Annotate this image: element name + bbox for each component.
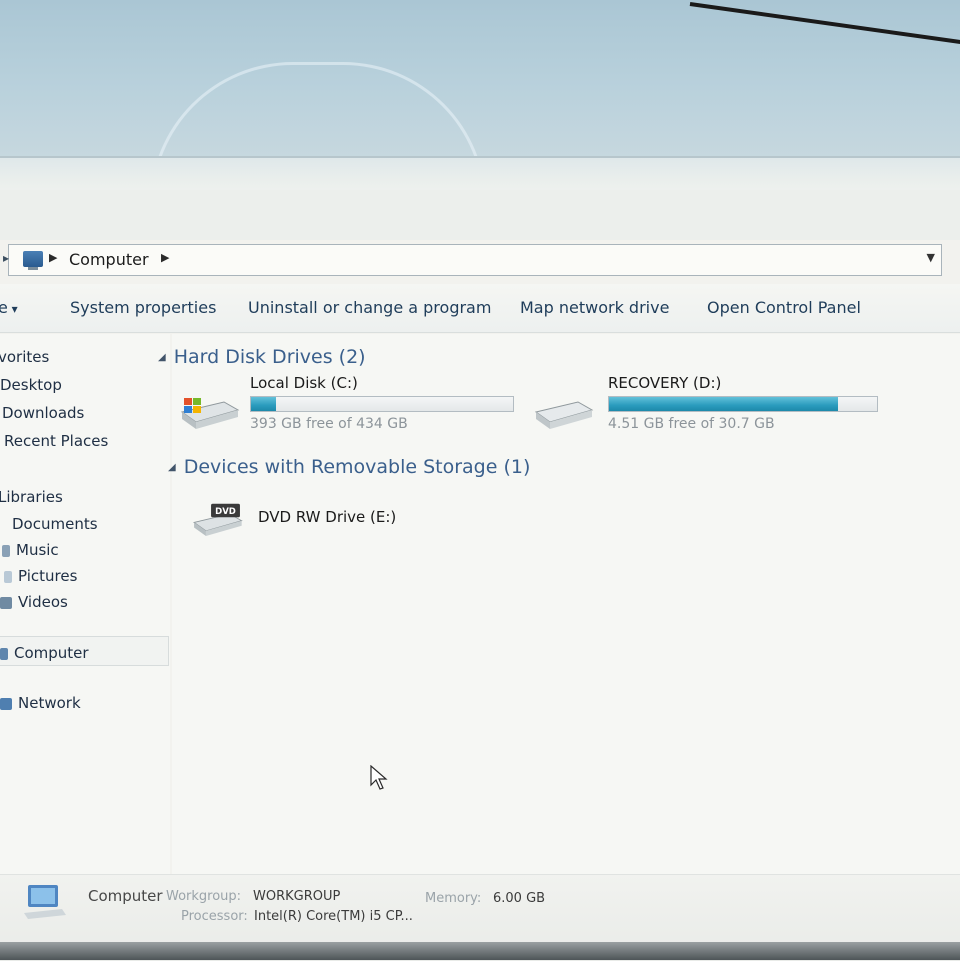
back-arrow-icon[interactable]: ▸ <box>3 251 9 265</box>
videos-icon <box>0 596 12 609</box>
address-dropdown-icon[interactable]: ▼ <box>927 251 935 264</box>
drive-d[interactable]: RECOVERY (D:) 4.51 GB free of 30.7 GB <box>532 374 882 438</box>
address-bar[interactable]: ▸ ▶ Computer ▶ ▼ <box>3 244 942 276</box>
memory-value: 6.00 GB <box>493 891 546 906</box>
command-bar: e System properties Uninstall or change … <box>0 284 960 333</box>
group-header-removable[interactable]: ◢ Devices with Removable Storage (1) <box>168 456 530 478</box>
group-header-hard-disk[interactable]: ◢ Hard Disk Drives (2) <box>158 346 366 368</box>
map-network-drive-button[interactable]: Map network drive <box>520 298 669 317</box>
workgroup-label: Workgroup: <box>166 889 242 904</box>
content-pane: ◢ Hard Disk Drives (2) Local Disk (C:) 39… <box>158 334 960 874</box>
drive-c[interactable]: Local Disk (C:) 393 GB free of 434 GB <box>178 374 518 438</box>
nav-pictures[interactable]: Pictures <box>4 567 77 585</box>
nav-videos[interactable]: Videos <box>0 593 68 611</box>
details-title: Computer <box>88 887 163 905</box>
drive-c-usage-bar <box>250 396 514 412</box>
nav-documents[interactable]: Documents <box>12 515 98 533</box>
drive-d-name: RECOVERY (D:) <box>608 374 722 392</box>
drive-e-name: DVD RW Drive (E:) <box>258 508 397 526</box>
nav-desktop[interactable]: Desktop <box>0 376 62 394</box>
workgroup-value: WORKGROUP <box>253 889 341 904</box>
drive-c-usage-fill <box>251 397 276 411</box>
hard-drive-icon <box>534 401 594 429</box>
title-bar[interactable] <box>0 156 960 192</box>
processor-label: Processor: <box>181 909 248 924</box>
screen-bezel-edge <box>0 942 960 960</box>
drive-d-usage-fill <box>609 397 838 411</box>
drive-d-free-space: 4.51 GB free of 30.7 GB <box>608 416 775 432</box>
navigation-pane: vorites Desktop Downloads Recent Places … <box>0 334 170 874</box>
nav-favorites[interactable]: vorites <box>0 348 49 366</box>
desktop-background <box>0 0 960 205</box>
hard-drive-windows-icon <box>180 398 240 429</box>
collapse-triangle-icon[interactable]: ◢ <box>158 352 166 363</box>
nav-network[interactable]: Network <box>0 694 81 712</box>
music-icon <box>2 544 10 557</box>
pictures-icon <box>4 570 12 583</box>
cable-overlay <box>689 2 960 48</box>
collapse-triangle-icon[interactable]: ◢ <box>168 462 176 473</box>
nav-libraries[interactable]: Libraries <box>0 488 63 506</box>
processor-value: Intel(R) Core(TM) i5 CP... <box>254 909 413 924</box>
nav-downloads[interactable]: Downloads <box>2 404 84 422</box>
network-icon <box>0 697 12 710</box>
explorer-window: ▸ ▶ Computer ▶ ▼ e System properties Uni… <box>0 156 960 961</box>
drive-c-name: Local Disk (C:) <box>250 374 358 392</box>
organize-button[interactable]: e <box>0 298 18 317</box>
computer-icon <box>0 647 8 660</box>
open-control-panel-button[interactable]: Open Control Panel <box>707 298 861 317</box>
breadcrumb-computer[interactable]: Computer <box>69 250 149 269</box>
mouse-cursor-icon <box>370 765 388 790</box>
memory-label: Memory: <box>425 891 482 906</box>
computer-icon <box>23 251 43 270</box>
drive-e-dvd[interactable]: DVD DVD RW Drive (E:) <box>186 494 416 550</box>
window-frame <box>0 190 960 240</box>
drive-d-usage-bar <box>608 396 878 412</box>
breadcrumb-chevron-icon[interactable]: ▶ <box>49 251 57 264</box>
computer-large-icon <box>24 885 66 919</box>
uninstall-program-button[interactable]: Uninstall or change a program <box>248 298 491 317</box>
nav-recent-places[interactable]: Recent Places <box>4 432 108 450</box>
dvd-drive-icon: DVD <box>193 503 243 536</box>
system-properties-button[interactable]: System properties <box>70 298 216 317</box>
breadcrumb-chevron-icon[interactable]: ▶ <box>161 251 169 264</box>
nav-computer[interactable]: Computer <box>0 644 89 662</box>
nav-music[interactable]: Music <box>2 541 59 559</box>
dvd-label: DVD <box>215 507 236 517</box>
drive-c-free-space: 393 GB free of 434 GB <box>250 416 408 432</box>
